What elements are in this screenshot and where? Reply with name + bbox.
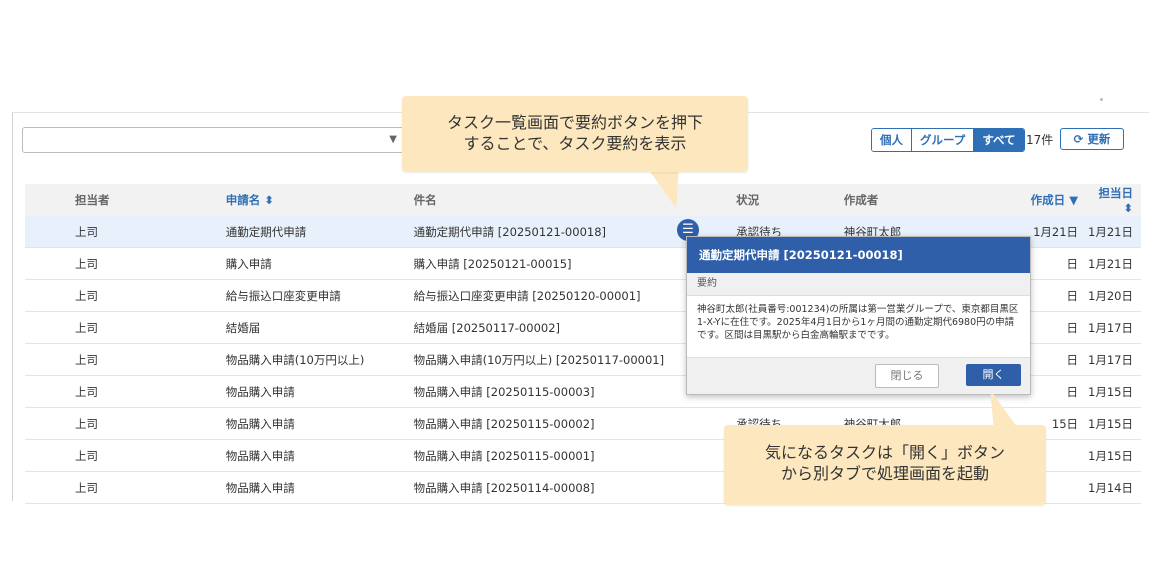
col-status: 状況 (736, 184, 844, 216)
popup-summary: 神谷町太郎(社員番号:001234)の所属は第一営業グループで、東京都目黒区1-… (697, 304, 1019, 341)
cell-assignee: 上司 (25, 247, 226, 280)
cell-assigned-date: 1月21日 (1088, 216, 1141, 248)
col-label: 作成日 (1030, 193, 1066, 207)
callout-summary: タスク一覧画面で要約ボタンを押下 することで、タスク要約を表示 (402, 96, 748, 172)
cell-assigned-date: 1月20日 (1088, 279, 1141, 312)
cell-assigned-date: 1月14日 (1088, 471, 1141, 504)
callout-text: することで、タスク要約を表示 (463, 134, 687, 153)
cell-assignee: 上司 (25, 439, 226, 472)
callout-text: 気になるタスクは「開く」ボタン (764, 443, 1005, 462)
cell-assignee: 上司 (25, 407, 226, 440)
close-button[interactable]: 閉じる (875, 364, 939, 388)
refresh-button[interactable]: ⟳ 更新 (1060, 128, 1124, 150)
cell-assignee: 上司 (25, 471, 226, 504)
open-button[interactable]: 開く (966, 364, 1021, 386)
cell-application-name: 給与振込口座変更申請 (225, 279, 414, 312)
cell-assigned-date: 1月15日 (1088, 375, 1141, 408)
cell-assignee: 上司 (25, 279, 226, 312)
col-assigned-date[interactable]: 担当日 ⬍ (1088, 184, 1141, 216)
cell-assignee: 上司 (25, 343, 226, 376)
popup-title: 通勤定期代申請 [20250121-00018] (687, 237, 1030, 273)
refresh-icon: ⟳ (1073, 132, 1084, 146)
col-label: 担当日 (1098, 186, 1134, 200)
refresh-label: 更新 (1087, 132, 1111, 146)
sort-icon: ⬍ (264, 193, 274, 207)
popup-footer: 閉じる 開く (687, 357, 1030, 394)
callout-text: から別タブで処理画面を起動 (780, 464, 989, 483)
col-label: 申請名 (225, 193, 261, 207)
filter-group-button[interactable]: グループ (912, 129, 975, 151)
callout-open: 気になるタスクは「開く」ボタン から別タブで処理画面を起動 (724, 425, 1046, 505)
cell-application-name: 物品購入申請 (225, 375, 414, 408)
cell-subject: 物品購入申請 [20250115-00002] (413, 407, 737, 440)
cell-assigned-date: 1月21日 (1088, 247, 1141, 280)
cell-assigned-date: 1月15日 (1088, 407, 1141, 440)
callout-text: タスク一覧画面で要約ボタンを押下 (446, 113, 703, 132)
cell-subject: 物品購入申請 [20250114-00008] (413, 471, 737, 504)
cell-application-name: 物品購入申請 (225, 439, 414, 472)
col-created-date[interactable]: 作成日 ▼ (994, 184, 1089, 216)
scope-filter: 個人 グループ すべて (871, 128, 1025, 152)
cell-assignee: 上司 (25, 375, 226, 408)
sort-icon: ⬍ (1123, 201, 1133, 215)
cell-subject: 物品購入申請 [20250115-00001] (413, 439, 737, 472)
cell-assignee: 上司 (25, 216, 226, 248)
cell-application-name: 物品購入申請 (225, 471, 414, 504)
filter-select[interactable]: ▼ (22, 127, 404, 153)
summary-popup: 通勤定期代申請 [20250121-00018] 要約 神谷町太郎(社員番号:0… (686, 236, 1031, 395)
popup-section-label: 要約 (687, 273, 1030, 296)
cell-assigned-date: 1月17日 (1088, 343, 1141, 376)
sort-desc-icon: ▼ (1069, 193, 1079, 207)
filter-personal-button[interactable]: 個人 (872, 129, 912, 151)
cell-application-name: 物品購入申請(10万円以上) (225, 343, 414, 376)
decorative-dot (1100, 98, 1103, 101)
cell-application-name: 通勤定期代申請 (225, 216, 414, 248)
filter-all-button[interactable]: すべて (974, 129, 1024, 151)
col-application-name[interactable]: 申請名 ⬍ (225, 184, 414, 216)
cell-assigned-date: 1月17日 (1088, 311, 1141, 344)
cell-assigned-date: 1月15日 (1088, 439, 1141, 472)
cell-assignee: 上司 (25, 311, 226, 344)
cell-application-name: 購入申請 (225, 247, 414, 280)
chevron-down-icon: ▼ (389, 134, 397, 145)
col-creator: 作成者 (843, 184, 995, 216)
table-header: 担当者 申請名 ⬍ 件名 状況 作成者 作成日 ▼ 担当日 ⬍ (25, 184, 1141, 216)
cell-application-name: 物品購入申請 (225, 407, 414, 440)
task-count: 17件 (1026, 133, 1054, 147)
cell-application-name: 結婚届 (225, 311, 414, 344)
col-assignee: 担当者 (25, 184, 226, 216)
